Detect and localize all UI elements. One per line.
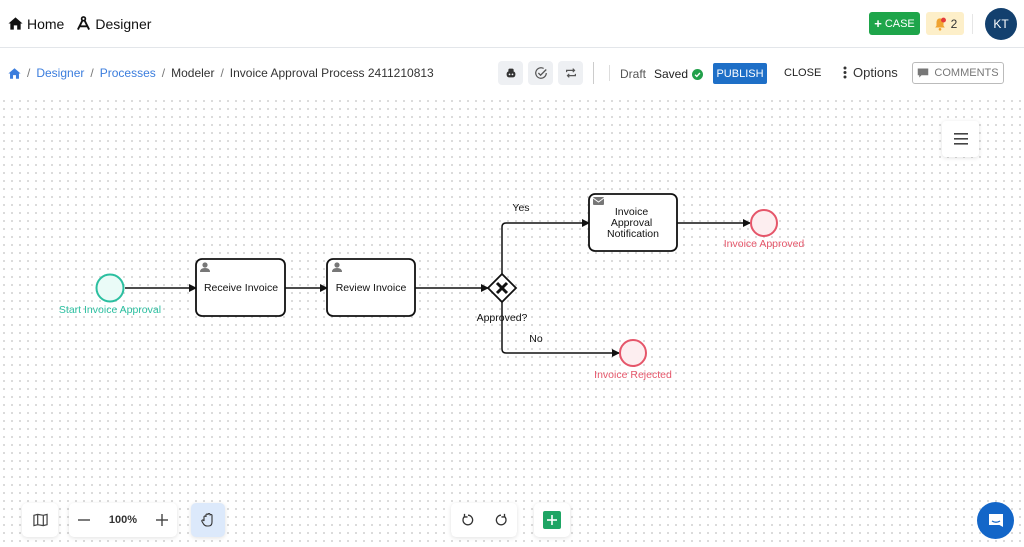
bpmn-diagram: Start Invoice Approval Receive Invoice R… (59, 193, 805, 381)
task-label-line: Notification (607, 228, 659, 240)
zoom-controls: 100% (69, 503, 177, 537)
task-label: Review Invoice (336, 282, 407, 294)
start-event[interactable] (95, 273, 125, 303)
end-event-approved-label: Invoice Approved (724, 238, 805, 250)
new-case-label: CASE (884, 17, 915, 30)
breadcrumb-process-name: Invoice Approval Process 2411210813 (229, 66, 434, 80)
nav-designer[interactable]: Designer (76, 16, 151, 32)
start-event-label: Start Invoice Approval (59, 304, 161, 316)
bell-icon (934, 17, 946, 31)
plus-icon: + (874, 16, 882, 31)
plus-icon (155, 514, 168, 526)
history-controls (451, 503, 517, 537)
check-circle-icon (692, 68, 704, 80)
undo-button[interactable] (461, 513, 475, 527)
breadcrumb-designer[interactable]: Designer (36, 66, 84, 80)
options-button[interactable]: Options (843, 65, 898, 80)
gateway-label: Approved? (477, 312, 528, 324)
flow-label-yes: Yes (512, 202, 529, 214)
comments-button[interactable]: COMMENTS (912, 62, 1004, 84)
divider (609, 65, 610, 81)
notifications-button[interactable]: 2 (926, 12, 964, 35)
task-label: Receive Invoice (204, 282, 278, 294)
end-event-approved[interactable] (750, 209, 778, 237)
hamburger-icon (953, 133, 968, 145)
palette-menu-button[interactable] (942, 121, 979, 157)
modeler-toolbar: / Designer / Processes / Modeler / Invoi… (0, 49, 1024, 97)
breadcrumb-separator: / (90, 66, 94, 80)
zoom-level: 100% (108, 514, 138, 526)
divider (593, 62, 594, 84)
ai-assistant-button[interactable] (498, 61, 523, 85)
minimap-toggle[interactable] (22, 503, 58, 537)
flow-label-no: No (529, 333, 543, 345)
nav-home[interactable]: Home (8, 16, 64, 32)
compass-drafting-icon (77, 16, 91, 31)
zoom-in-button[interactable] (155, 514, 168, 526)
user-avatar[interactable]: KT (985, 8, 1017, 40)
options-label: Options (853, 65, 898, 80)
robot-icon (506, 68, 515, 78)
top-nav: Home Designer (0, 16, 151, 32)
exclusive-gateway[interactable] (486, 272, 518, 304)
home-icon[interactable] (8, 67, 21, 80)
breadcrumb-modeler: Modeler (171, 66, 215, 80)
add-element-button[interactable] (534, 503, 570, 537)
saved-status: Saved (654, 67, 704, 81)
minus-icon (78, 519, 91, 521)
bpmn-canvas[interactable]: Start Invoice Approval Receive Invoice R… (0, 97, 1024, 547)
close-button[interactable]: CLOSE (784, 67, 821, 79)
zoom-out-button[interactable] (78, 514, 91, 526)
end-event-rejected[interactable] (619, 339, 647, 367)
sequence-flow-yes[interactable] (501, 219, 590, 274)
vertical-dots-icon (843, 66, 847, 79)
breadcrumb-separator: / (27, 66, 31, 80)
publish-button[interactable]: PUBLISH (713, 63, 767, 84)
notifications-count: 2 (950, 16, 958, 31)
breadcrumb-separator: / (220, 66, 224, 80)
undo-icon (461, 513, 473, 526)
send-task-approval-notification[interactable]: Invoice Approval Notification (588, 193, 678, 252)
divider (972, 14, 973, 34)
validate-button[interactable] (528, 61, 553, 85)
sequence-flow-no[interactable] (501, 302, 620, 357)
nav-designer-label: Designer (95, 15, 152, 32)
end-event-rejected-label: Invoice Rejected (594, 369, 672, 381)
chat-support-button[interactable] (977, 502, 1014, 539)
breadcrumb-separator: / (161, 66, 166, 80)
redo-icon (495, 513, 507, 526)
user-task-receive-invoice[interactable]: Receive Invoice (195, 258, 286, 317)
breadcrumb: / Designer / Processes / Modeler / Invoi… (8, 66, 434, 80)
top-navbar: Home Designer + CASE 2 KT (0, 0, 1024, 48)
sync-icon (565, 68, 576, 78)
hand-icon (201, 512, 213, 527)
home-icon (8, 17, 23, 30)
comment-icon (918, 68, 929, 78)
draft-status: Draft (620, 67, 647, 81)
saved-label: Saved (654, 67, 689, 81)
comments-label: COMMENTS (934, 67, 999, 79)
redo-button[interactable] (494, 513, 508, 527)
plus-square-icon (543, 511, 561, 529)
new-case-button[interactable]: + CASE (869, 12, 920, 35)
user-task-review-invoice[interactable]: Review Invoice (326, 258, 416, 317)
validate-check-icon (534, 67, 547, 79)
sync-button[interactable] (558, 61, 583, 85)
nav-home-label: Home (27, 15, 65, 32)
map-icon (32, 513, 48, 527)
envelope-icon (592, 197, 605, 205)
chat-icon (988, 513, 1003, 527)
breadcrumb-processes[interactable]: Processes (100, 66, 156, 80)
pan-tool-button[interactable] (191, 503, 225, 537)
